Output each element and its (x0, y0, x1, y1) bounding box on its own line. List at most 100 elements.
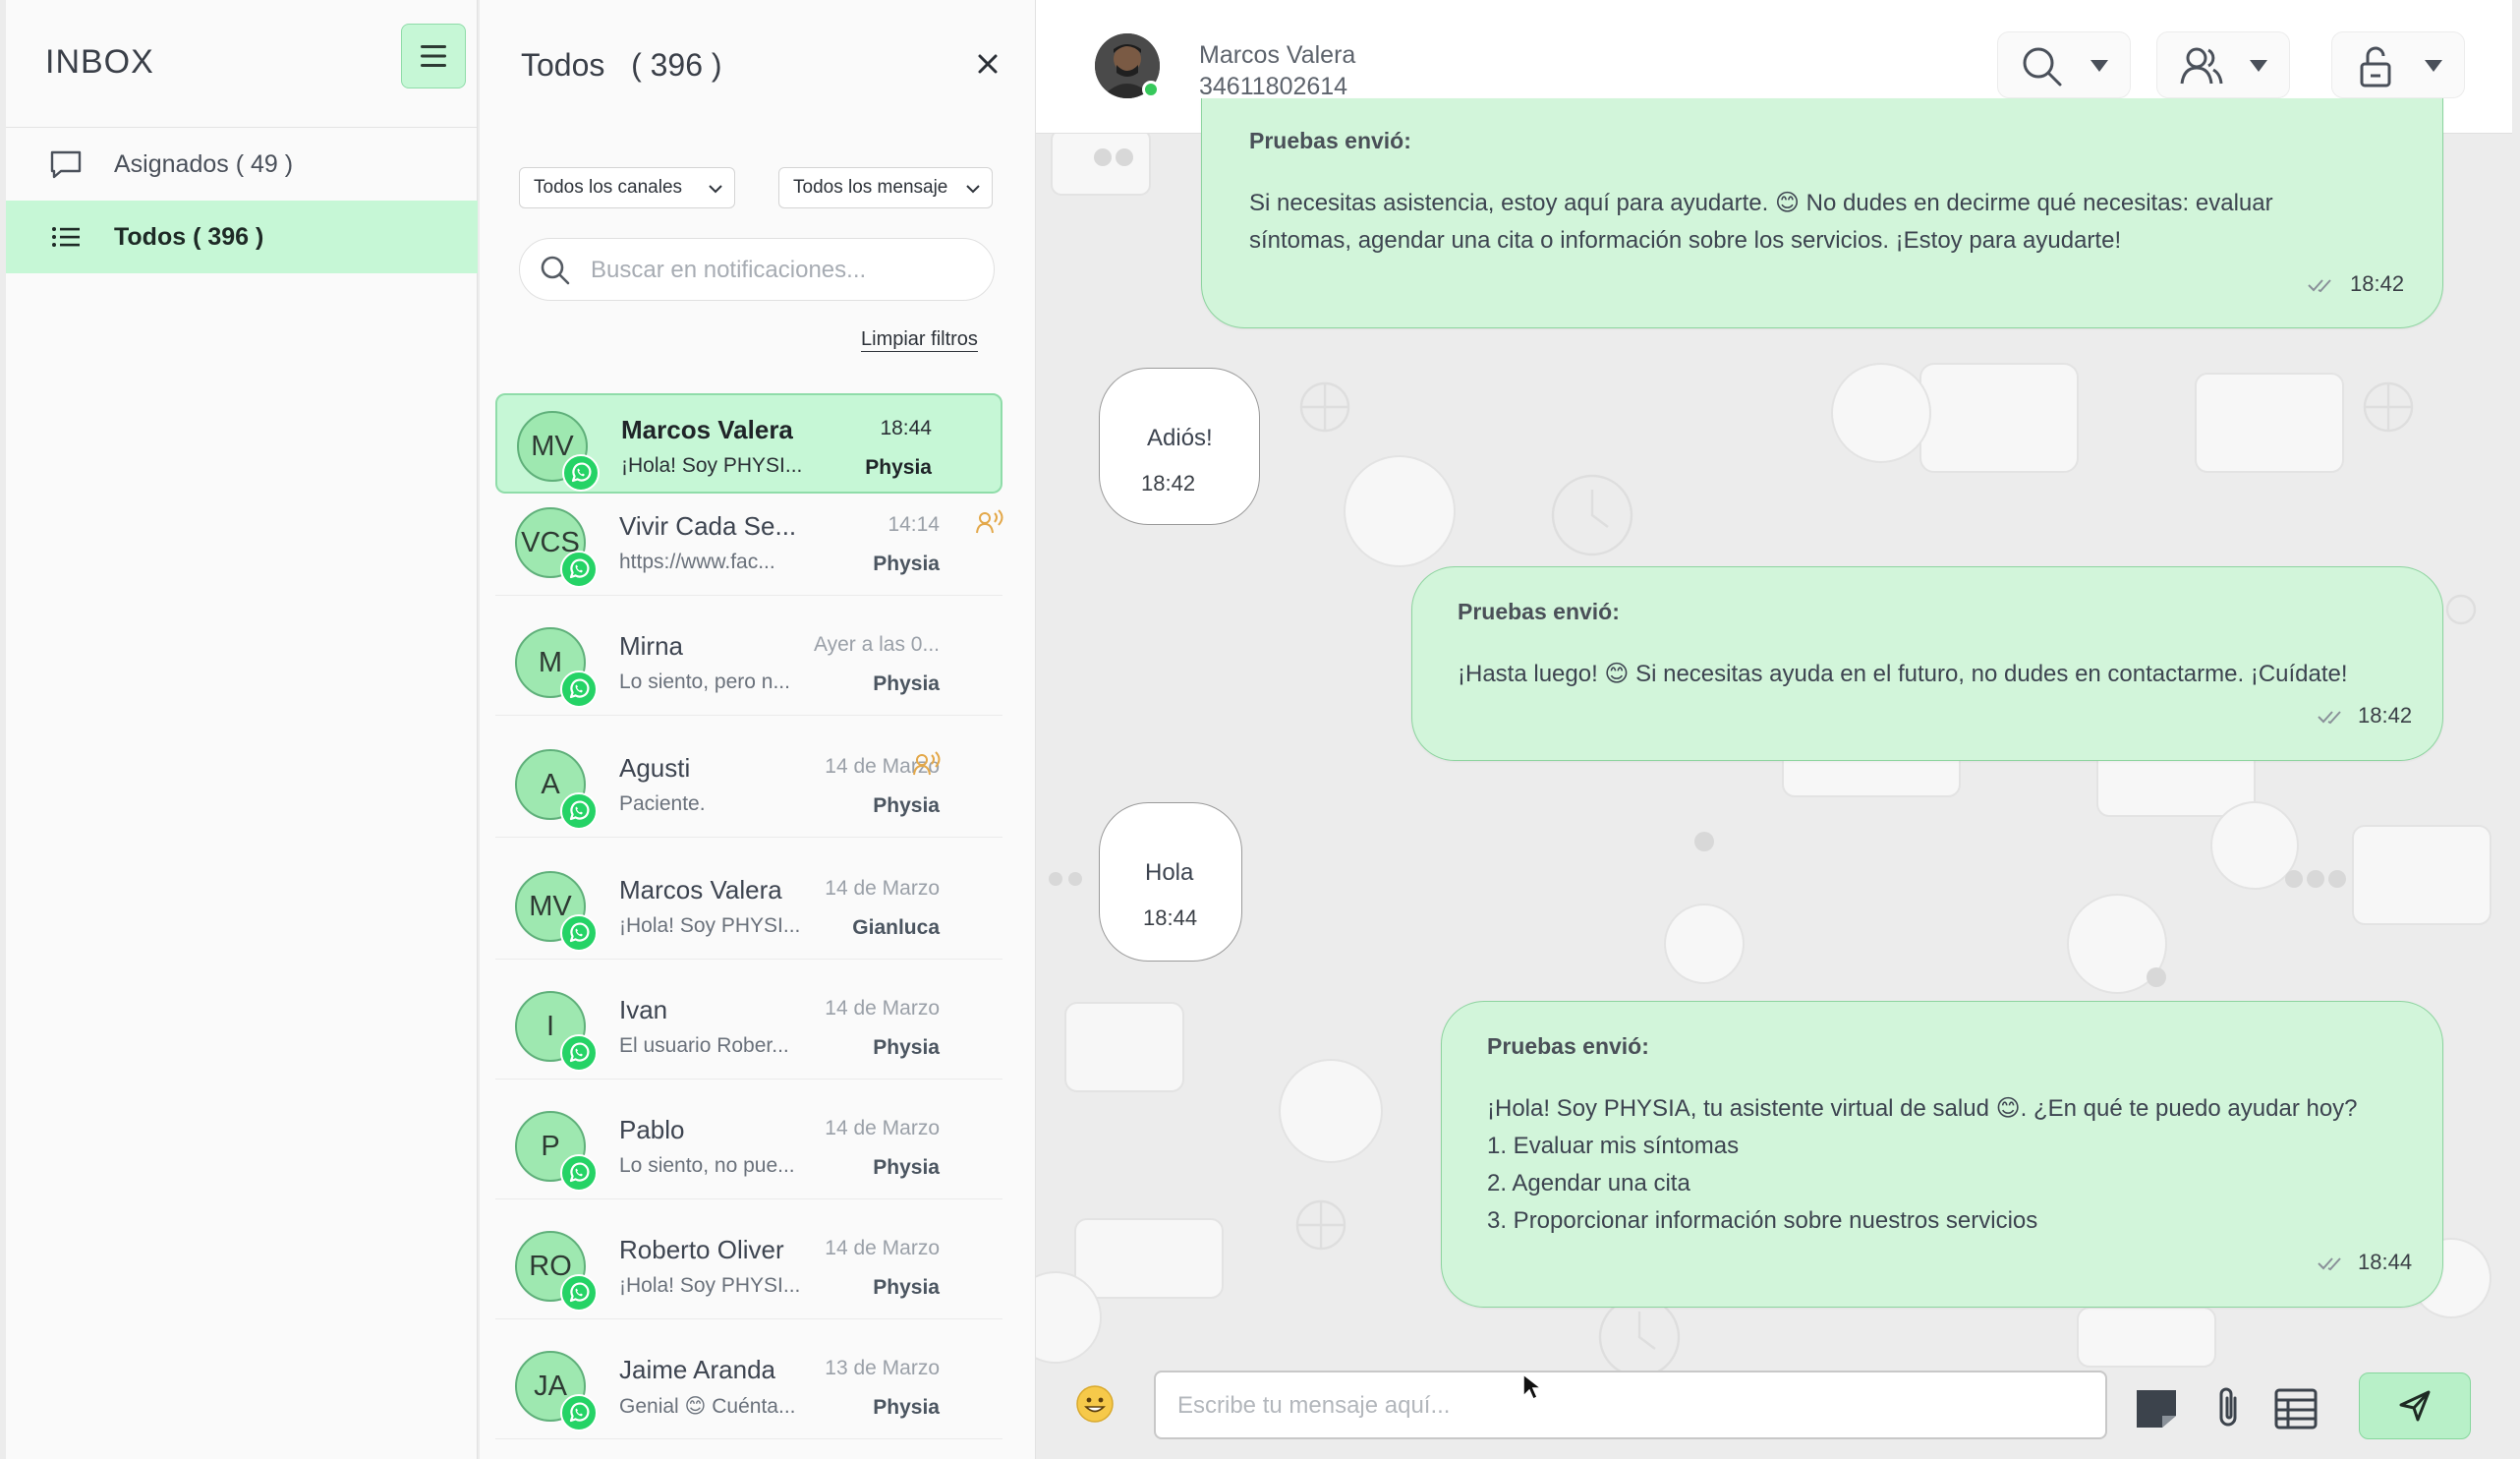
list-title: Todos ( 396 ) (521, 47, 722, 83)
message-text: Si necesitas asistencia, estoy aquí para… (1249, 190, 2273, 254)
chevron-down-icon (709, 185, 722, 194)
double-check-icon (2318, 1257, 2341, 1271)
conversation-time: 14:14 (888, 513, 940, 536)
hamburger-menu-icon (421, 45, 446, 67)
conversation-owner: Physia (873, 1276, 940, 1299)
conversation-name: Mirna (619, 631, 684, 661)
sidebar-item-asignados[interactable]: Asignados ( 49 ) (6, 128, 478, 201)
agent-voice-icon (913, 751, 941, 776)
conversation-time: 14 de Marzo (825, 1117, 940, 1139)
conversation-time: 13 de Marzo (825, 1357, 940, 1379)
message-sender: Pruebas envió: (1458, 599, 1620, 624)
channel-filter-select[interactable]: Todos los canales (519, 167, 735, 208)
conversation-time: 14 de Marzo (825, 877, 940, 900)
list-icon (52, 227, 80, 247)
message-input-wrapper (1154, 1371, 2107, 1439)
conversation-owner: Physia (873, 672, 940, 695)
note-icon[interactable] (2133, 1384, 2180, 1431)
whatsapp-icon (560, 1034, 598, 1072)
avatar-initials: A (541, 768, 560, 800)
whatsapp-icon (562, 454, 600, 492)
caret-down-icon (2425, 60, 2442, 72)
chevron-down-icon (966, 185, 980, 194)
whatsapp-icon (560, 551, 598, 588)
caret-down-icon (2250, 60, 2267, 72)
conversation-item[interactable]: M Mirna Lo siento, pero n... Ayer a las 0..… (495, 612, 1002, 716)
whatsapp-icon (560, 671, 598, 708)
conversation-name: Vivir Cada Se... (619, 511, 797, 541)
conversation-owner: Gianluca (852, 916, 940, 939)
assign-user-button[interactable] (2156, 31, 2290, 98)
conversation-name: Pablo (619, 1115, 685, 1144)
conversation-preview: Genial 😊 Cuénta... (619, 1395, 796, 1418)
message-time: 18:42 (1141, 471, 1196, 496)
conversation-time: 14 de Marzo (825, 1237, 940, 1259)
double-check-icon (2308, 279, 2331, 293)
whatsapp-icon (560, 1274, 598, 1312)
avatar-initials: P (541, 1130, 560, 1162)
conversation-preview: Paciente. (619, 792, 706, 815)
user-icon (2180, 47, 2223, 85)
caret-down-icon (2090, 60, 2108, 72)
sidebar-item-label: Todos ( 396 ) (114, 222, 264, 251)
list-header: Todos ( 396 ) (480, 0, 1035, 128)
lock-conversation-button[interactable] (2331, 31, 2465, 98)
conversation-item[interactable]: VCS Vivir Cada Se... https://www.fac... 14:… (495, 492, 1003, 596)
conversation-list-panel: Todos ( 396 ) Todos los canales Todos lo… (480, 0, 1036, 1459)
notification-search (519, 238, 995, 301)
conversation-item[interactable]: P Pablo Lo siento, no pue... 14 de Marzo Phy… (495, 1095, 1002, 1199)
contact-phone: 34611802614 (1199, 73, 1348, 100)
message-text: Hola (1145, 859, 1194, 886)
message-text: ¡Hola! Soy PHYSIA, tu asistente virtual … (1487, 1095, 2358, 1234)
message-outgoing: Pruebas envió: Si necesitas asistencia, … (1201, 98, 2443, 328)
conversation-preview: Lo siento, no pue... (619, 1154, 795, 1177)
search-input[interactable] (591, 251, 974, 290)
clear-filters-link[interactable]: Limpiar filtros (861, 328, 978, 352)
conversation-name: Ivan (619, 995, 668, 1024)
conversation-owner: Physia (873, 1156, 940, 1179)
menu-button[interactable] (401, 24, 466, 88)
conversation-item[interactable]: JA Jaime Aranda Genial 😊 Cuénta... 13 de Ma… (495, 1335, 1002, 1439)
sidebar: INBOX Asignados ( 49 ) Todos ( 396 ) (6, 0, 478, 1459)
conversation-preview: ¡Hola! Soy PHYSI... (621, 454, 803, 477)
message-text: ¡Hasta luego! 😊 Si necesitas ayuda en el… (1458, 661, 2348, 687)
lock-icon (2360, 46, 2391, 88)
conversation-item[interactable]: I Ivan El usuario Rober... 14 de Marzo Physi… (495, 975, 1002, 1080)
whatsapp-icon (560, 1154, 598, 1192)
chat-panel: Marcos Valera 34611802614 Pruebas envió:… (1036, 0, 2512, 1459)
conversation-preview: El usuario Rober... (619, 1034, 789, 1057)
conversation-owner: Physia (865, 456, 932, 479)
double-check-icon (2318, 711, 2341, 725)
send-icon (2399, 1390, 2431, 1422)
message-text: Adiós! (1147, 425, 1213, 451)
conversation-name: Roberto Oliver (619, 1235, 784, 1264)
agent-voice-icon (976, 509, 1003, 534)
message-sender: Pruebas envió: (1487, 1033, 1649, 1059)
conversation-name: Agusti (619, 753, 691, 783)
message-time: 18:42 (2358, 703, 2413, 728)
sidebar-item-todos[interactable]: Todos ( 396 ) (6, 201, 478, 273)
conversation-name: Marcos Valera (619, 875, 782, 905)
message-input[interactable] (1177, 1386, 2082, 1426)
conversation-preview: https://www.fac... (619, 551, 775, 573)
conversation-item[interactable]: MV Marcos Valera ¡Hola! Soy PHYSI... 18:44 P… (495, 393, 1002, 494)
conversation-item[interactable]: A Agusti Paciente. 14 de Marzo Physia (495, 733, 1002, 838)
emoji-icon[interactable] (1075, 1384, 1115, 1424)
paperclip-icon[interactable] (2205, 1384, 2253, 1431)
conversation-item[interactable]: RO Roberto Oliver ¡Hola! Soy PHYSI... 14 de… (495, 1215, 1002, 1319)
conversation-name: Jaime Aranda (619, 1355, 775, 1384)
message-filter-select[interactable]: Todos los mensaje (778, 167, 993, 208)
message-sender: Pruebas envió: (1249, 128, 1411, 153)
whatsapp-icon (560, 792, 598, 830)
conversation-owner: Physia (873, 553, 940, 575)
message-time: 18:44 (1143, 905, 1198, 930)
send-button[interactable] (2359, 1372, 2471, 1439)
conversation-item[interactable]: MV Marcos Valera ¡Hola! Soy PHYSI... 14 de … (495, 855, 1002, 960)
mouse-cursor-icon (1522, 1372, 1541, 1401)
conversation-time: 18:44 (880, 417, 932, 439)
table-icon[interactable] (2272, 1384, 2320, 1431)
chat-search-button[interactable] (1997, 31, 2131, 98)
close-icon[interactable] (971, 47, 1004, 81)
message-time: 18:42 (2350, 271, 2405, 296)
message-time: 18:44 (2358, 1250, 2413, 1274)
